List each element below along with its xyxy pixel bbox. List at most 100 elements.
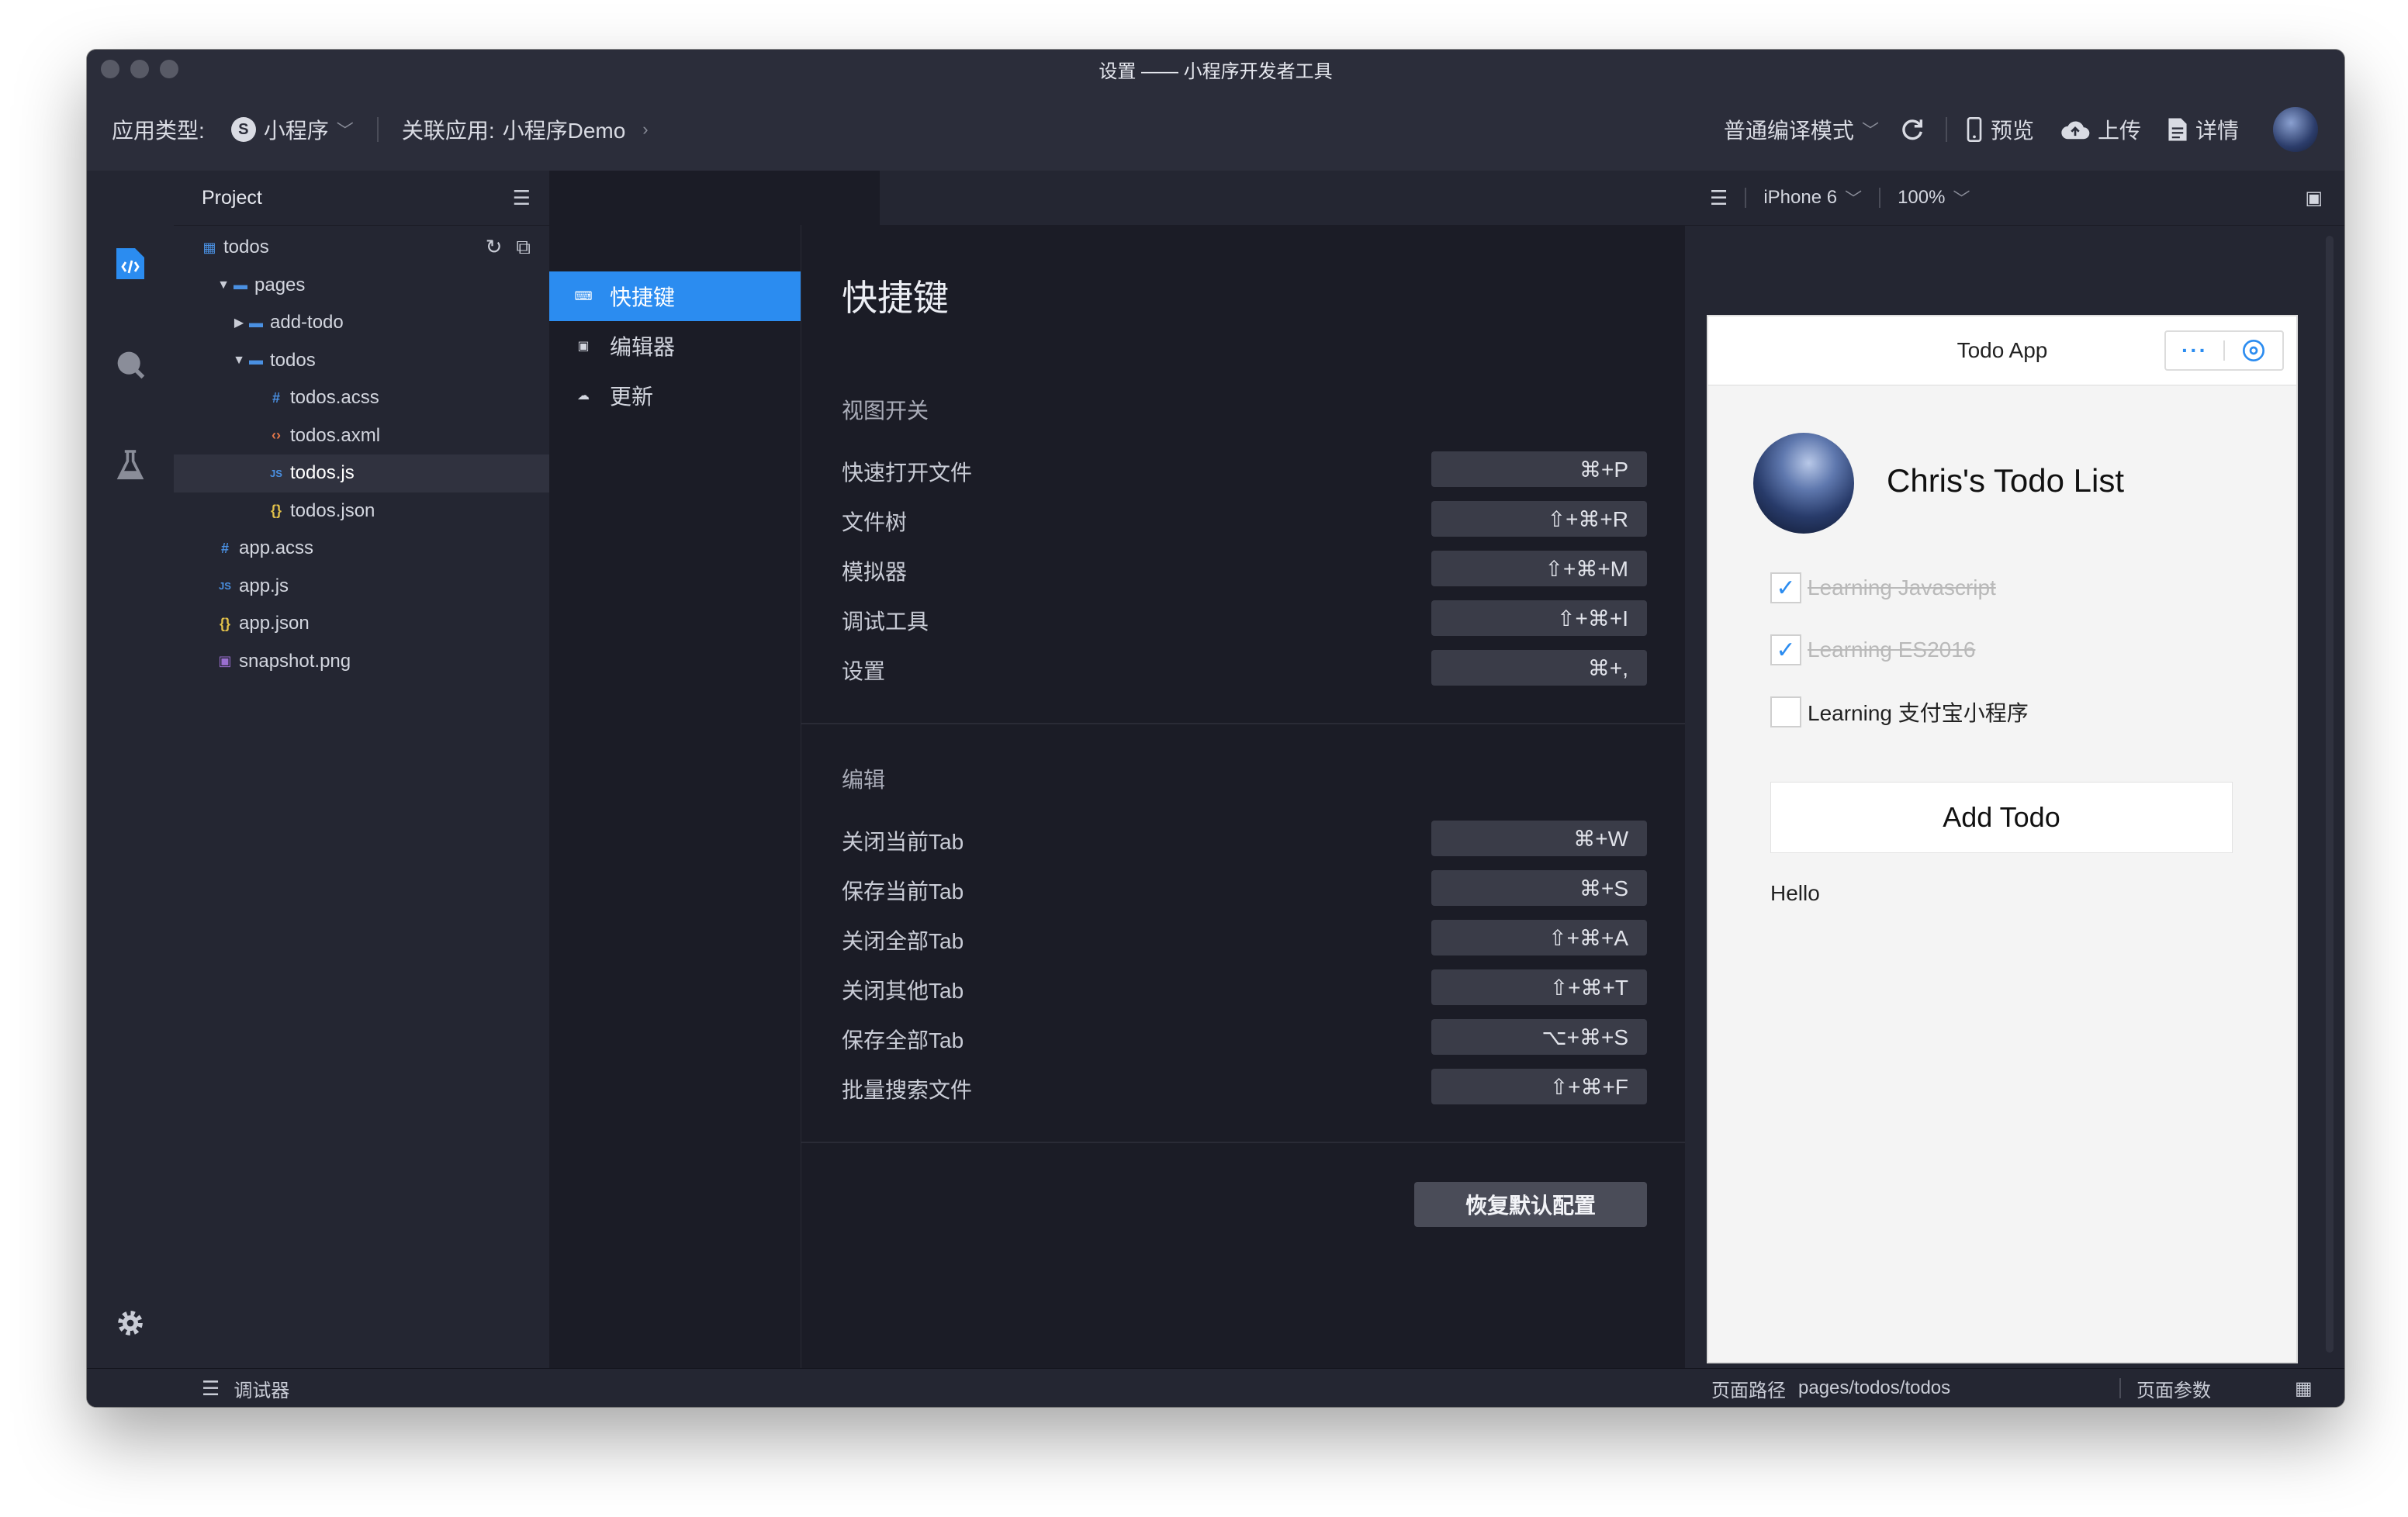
add-todo-button[interactable]: Add Todo — [1770, 782, 2233, 853]
minimize-window-button[interactable] — [130, 60, 149, 78]
shortcut-key-input[interactable]: ⇧+⌘+F — [1431, 1069, 1647, 1104]
caret-right-icon[interactable]: ▶ — [231, 315, 247, 330]
shortcut-label: 保存当前Tab — [842, 879, 964, 904]
file-name: todos — [270, 349, 316, 371]
shortcut-key-input[interactable]: ⇧+⌘+T — [1431, 969, 1647, 1005]
device-settings-icon[interactable]: ▣ — [2305, 187, 2323, 209]
file-tree-item[interactable]: ‹› todos.axml — [174, 417, 549, 455]
linked-app-label: 关联应用: — [401, 119, 495, 143]
file-tree-item[interactable]: JS todos.js — [174, 454, 549, 492]
shortcut-key-input[interactable]: ⇧+⌘+R — [1431, 501, 1647, 537]
shortcut-key-input[interactable]: ⇧+⌘+M — [1431, 551, 1647, 586]
linked-app-select[interactable]: 关联应用: 小程序Demo › — [402, 114, 649, 145]
page-title: Todo App — [1956, 338, 2048, 362]
shortcut-label: 设置 — [842, 659, 886, 683]
device-select[interactable]: iPhone 6 ﹀ — [1763, 185, 1862, 210]
outline-icon[interactable]: ☰ — [1710, 186, 1728, 210]
grid-icon[interactable]: ▦ — [2295, 1369, 2313, 1407]
shortcut-key-input[interactable]: ⌘+P — [1431, 451, 1647, 487]
keyboard-icon: ⌨ — [574, 290, 593, 303]
title-bar: 设置 —— 小程序开发者工具 — [87, 50, 2344, 88]
file-tree-item[interactable]: ▼ ▬ pages — [174, 267, 549, 305]
file-tree-item[interactable]: # app.acss — [174, 530, 549, 568]
settings-button[interactable] — [115, 1308, 146, 1339]
debug-view-button[interactable] — [115, 349, 146, 380]
file-tree-item[interactable]: {} app.json — [174, 605, 549, 643]
device-value: iPhone 6 — [1763, 187, 1838, 208]
editor-view-button[interactable] — [115, 248, 146, 279]
page-params-button[interactable]: 页面参数 — [2136, 1369, 2211, 1407]
compile-mode-value: 普通编译模式 — [1723, 119, 1854, 143]
checkbox-checked[interactable]: ✓ — [1770, 572, 1801, 603]
reset-defaults-button[interactable]: 恢复默认配置 — [1414, 1182, 1647, 1227]
settings-nav-update[interactable]: ☁ 更新 — [549, 371, 801, 420]
details-label: 详情 — [2195, 119, 2239, 143]
todo-item[interactable]: ✓ Learning Javascript — [1770, 572, 1996, 603]
debugger-label: 调试器 — [234, 1380, 290, 1401]
file-name: todos — [223, 237, 269, 258]
json-icon: {} — [270, 503, 282, 519]
todo-item[interactable]: Learning 支付宝小程序 — [1770, 696, 2029, 727]
flask-icon — [116, 450, 144, 479]
shortcut-key-input[interactable]: ⌘+, — [1431, 650, 1647, 686]
refresh-icon[interactable]: ↻ — [486, 235, 503, 260]
app-type-select[interactable]: S 小程序 ﹀ — [230, 114, 354, 145]
file-tree-item[interactable]: ▦ todos ↻ ⧉ — [174, 229, 549, 267]
upload-button[interactable]: 上传 — [2060, 114, 2141, 145]
refresh-icon — [1902, 119, 1922, 140]
folder-icon: ▬ — [249, 314, 263, 330]
caret-down-icon[interactable]: ▼ — [216, 278, 231, 292]
checkbox-checked[interactable]: ✓ — [1770, 634, 1801, 665]
details-button[interactable]: 详情 — [2168, 114, 2239, 145]
zoom-select[interactable]: 100% ﹀ — [1898, 185, 1970, 210]
settings-nav-shortcuts[interactable]: ⌨ 快捷键 — [549, 271, 801, 321]
nav-label: 编辑器 — [610, 335, 676, 359]
shortcut-key-input[interactable]: ⇧+⌘+A — [1431, 920, 1647, 955]
collapse-all-icon[interactable]: ⧉ — [516, 235, 531, 260]
device-screen: Todo App ··· Chris's Todo List ✓ Learnin… — [1708, 316, 2296, 1362]
file-name: todos.json — [290, 499, 375, 521]
file-tree: ▦ todos ↻ ⧉ ▼ ▬ pages ▶ ▬ add-todo ▼ ▬ todos # todos.a… — [174, 226, 549, 680]
css-icon: # — [272, 389, 280, 406]
compile-mode-select[interactable]: 普通编译模式 ﹀ — [1724, 114, 1879, 145]
shortcut-key-input[interactable]: ⇧+⌘+I — [1431, 600, 1647, 636]
shortcut-key-input[interactable]: ⌘+S — [1431, 870, 1647, 906]
close-window-button[interactable] — [101, 60, 119, 78]
preview-button[interactable]: 预览 — [1966, 114, 2034, 145]
file-tree-item[interactable]: # todos.acss — [174, 379, 549, 417]
chevron-down-icon: ﹀ — [336, 121, 354, 140]
code-file-icon — [116, 248, 144, 279]
settings-nav-editor[interactable]: ▣ 编辑器 — [549, 321, 801, 371]
divider — [1879, 188, 1881, 208]
file-tree-item[interactable]: {} todos.json — [174, 492, 549, 530]
file-name: add-todo — [270, 312, 344, 333]
file-tree-item[interactable]: ▣ snapshot.png — [174, 643, 549, 681]
debugger-toggle[interactable]: ☰ 调试器 — [202, 1369, 289, 1407]
search-bug-icon — [117, 351, 145, 379]
file-name: app.js — [239, 575, 289, 596]
folder-icon: ▬ — [249, 352, 263, 368]
status-bar: ☰ 调试器 页面路径 pages/todos/todos 页面参数 ▦ — [87, 1368, 2344, 1407]
json-icon: {} — [219, 615, 230, 631]
file-tree-item[interactable]: ▼ ▬ todos — [174, 342, 549, 380]
todo-item[interactable]: ✓ Learning ES2016 — [1770, 634, 1975, 665]
close-miniprogram-icon[interactable] — [2225, 338, 2282, 363]
refresh-button[interactable] — [1899, 116, 1925, 143]
shortcut-key-input[interactable]: ⌥+⌘+S — [1431, 1019, 1647, 1055]
shortcut-label: 关闭其他Tab — [842, 979, 964, 1003]
maximize-window-button[interactable] — [160, 60, 178, 78]
file-tree-item[interactable]: JS app.js — [174, 568, 549, 606]
simulator-scrollbar[interactable] — [2326, 236, 2334, 1353]
test-view-button[interactable] — [115, 450, 146, 481]
chevron-down-icon: ﹀ — [1861, 121, 1879, 140]
chevron-down-icon: ﹀ — [1845, 189, 1863, 209]
checkbox-unchecked[interactable] — [1770, 696, 1801, 727]
more-icon[interactable]: ··· — [2166, 338, 2223, 363]
user-avatar[interactable] — [2273, 107, 2318, 152]
caret-down-icon[interactable]: ▼ — [231, 354, 247, 368]
file-tree-item[interactable]: ▶ ▬ add-todo — [174, 304, 549, 342]
collapse-panel-icon[interactable]: ☰ — [513, 186, 531, 210]
shortcut-key-input[interactable]: ⌘+W — [1431, 821, 1647, 856]
simulator-panel: ☰ iPhone 6 ﹀ 100% ﹀ ▣ Todo App ··· Chris… — [1685, 171, 2344, 1368]
file-name: todos.acss — [290, 387, 379, 409]
